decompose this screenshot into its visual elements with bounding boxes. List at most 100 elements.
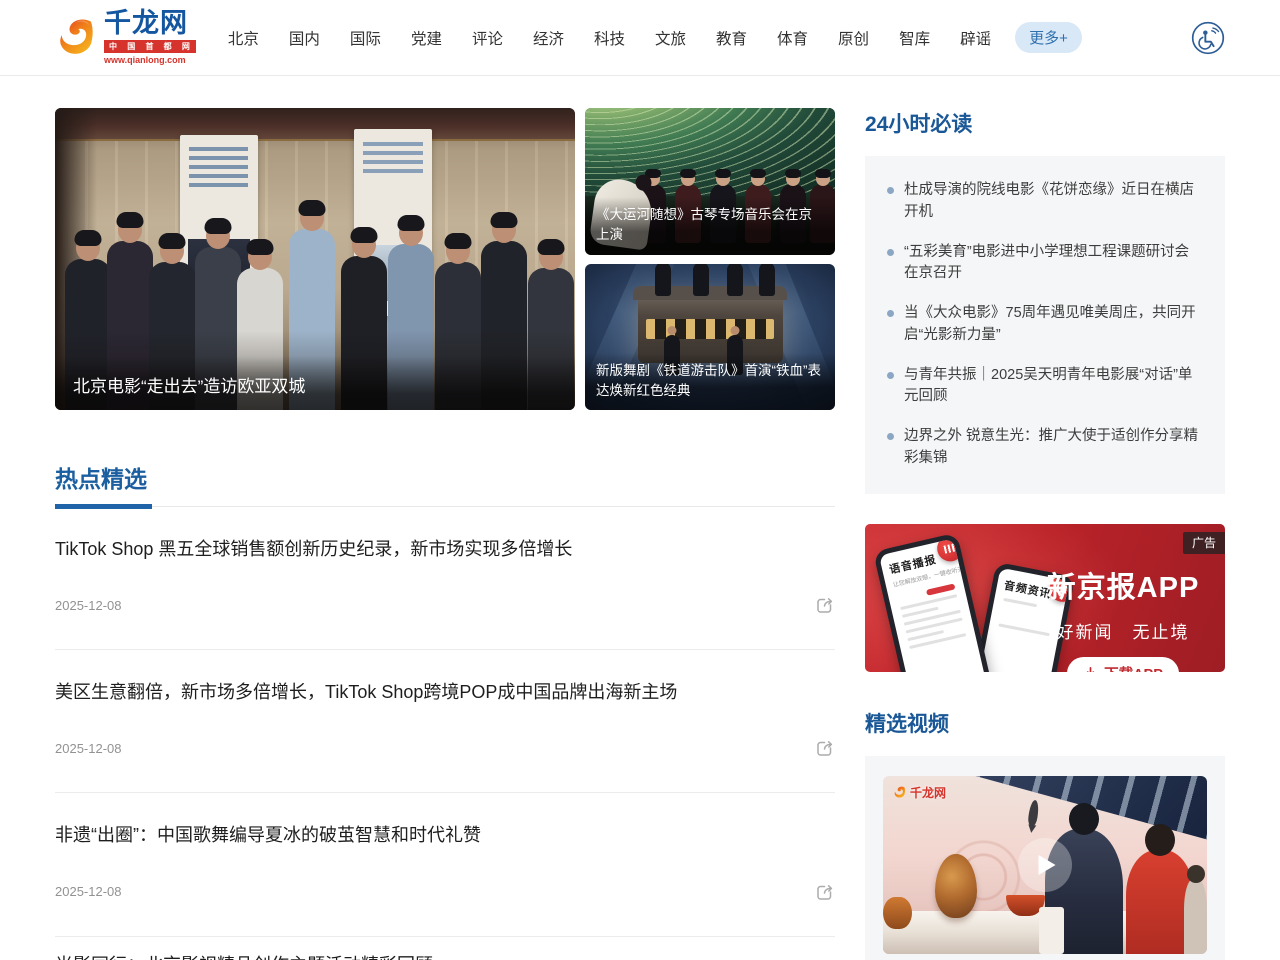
article-item[interactable]: 非遗“出圈”：中国歌舞编导夏冰的破茧智慧和时代礼赞 2025-12-08 [55, 793, 835, 936]
decor-pottery [935, 854, 977, 918]
nav-item-international[interactable]: 国际 [350, 27, 381, 49]
share-button[interactable] [815, 595, 835, 615]
hero-sub-caption: 新版舞剧《铁道游击队》首演“铁血”表达焕新红色经典 [585, 353, 835, 411]
must-read-item[interactable]: “五彩美育”电影进中小学理想工程课题研讨会在京召开 [887, 242, 1203, 286]
video-section-title: 精选视频 [865, 708, 1225, 738]
video-thumbnail[interactable]: 千龙网 [883, 776, 1207, 954]
article-date: 2025-12-08 [55, 884, 122, 899]
hero-sub-caption: 《大运河随想》古琴专场音乐会在京上演 [585, 197, 835, 255]
ad-slogan: 好新闻 无止境 [1039, 618, 1207, 643]
logo-tagline: 中 国 首 都 网 [104, 40, 196, 53]
logo-site-name: 千龙网 [104, 10, 196, 37]
ad-text-block: 新京报APP 好新闻 无止境 下载APP [1039, 564, 1207, 672]
share-button[interactable] [815, 882, 835, 902]
nav-item-tech[interactable]: 科技 [594, 27, 625, 49]
site-logo[interactable]: 千龙网 中 国 首 都 网 www.qianlong.com [55, 10, 196, 65]
must-read-item[interactable]: 杜成导演的院线电影《花饼恋缘》近日在横店开机 [887, 180, 1203, 224]
bullet-icon [887, 310, 894, 317]
main-nav: 北京 国内 国际 党建 评论 经济 科技 文旅 教育 体育 原创 智库 辟谣 [228, 27, 991, 49]
person-silhouette [655, 264, 671, 296]
article-date: 2025-12-08 [55, 598, 122, 613]
nav-item-culture-tourism[interactable]: 文旅 [655, 27, 686, 49]
article-meta: 2025-12-08 [55, 595, 835, 615]
decor-pottery [883, 897, 912, 929]
phone-screen: 语音播报 让您解放双眼，一键收听天下事 [879, 538, 975, 651]
right-column: 24小时必读 杜成导演的院线电影《花饼恋缘》近日在横店开机 “五彩美育”电影进中… [865, 108, 1225, 960]
must-read-text[interactable]: 边界之外 锐意生光：推广大使于适创作分享精彩集锦 [904, 426, 1203, 470]
article-title[interactable]: 非遗“出圈”：中国歌舞编导夏冰的破茧智慧和时代礼赞 [55, 823, 835, 848]
share-icon [815, 882, 835, 902]
dragon-logo-icon [55, 13, 99, 63]
ad-banner[interactable]: 广告 语音播报 让您解放双眼，一键收听天下事 音频资讯 [865, 524, 1225, 672]
bullet-icon [887, 372, 894, 379]
must-read-text[interactable]: 与青年共振｜2025吴天明青年电影展“对话”单元回顾 [904, 365, 1203, 409]
share-button[interactable] [815, 738, 835, 758]
nav-item-rumor-refute[interactable]: 辟谣 [960, 27, 991, 49]
hero-main-image[interactable]: 北京电影“走出去”造访欧亚双城 [55, 108, 575, 410]
person-silhouette [727, 264, 743, 296]
nav-item-education[interactable]: 教育 [716, 27, 747, 49]
video-section: 精选视频 [865, 708, 1225, 960]
decor [926, 583, 955, 595]
share-icon [815, 738, 835, 758]
video-card: 千龙网 [865, 756, 1225, 960]
play-button[interactable] [1018, 838, 1072, 892]
nav-more-button[interactable]: 更多+ [1015, 22, 1082, 53]
article-item[interactable]: 光影同行：北京影视精品创作主题活动精彩回顾 [55, 937, 835, 960]
person-silhouette [759, 264, 775, 296]
logo-domain: www.qianlong.com [104, 55, 196, 65]
download-icon [1083, 666, 1098, 672]
article-item[interactable]: TikTok Shop 黑五全球销售额创新历史纪录，新市场实现多倍增长 2025… [55, 507, 835, 650]
decor [900, 594, 957, 610]
accessibility-button[interactable] [1191, 21, 1225, 55]
nav-item-party[interactable]: 党建 [411, 27, 442, 49]
download-label: 下载APP [1104, 663, 1163, 672]
bullet-icon [887, 433, 894, 440]
article-title[interactable]: TikTok Shop 黑五全球销售额创新历史纪录，新市场实现多倍增长 [55, 537, 835, 562]
article-item[interactable]: 美区生意翻倍，新市场多倍增长，TikTok Shop跨境POP成中国品牌出海新主… [55, 650, 835, 793]
must-read-text[interactable]: “五彩美育”电影进中小学理想工程课题研讨会在京召开 [904, 242, 1203, 286]
article-title[interactable]: 光影同行：北京影视精品创作主题活动精彩回顾 [55, 953, 835, 960]
hero-sub-image-concert[interactable]: 《大运河随想》古琴专场音乐会在京上演 [585, 108, 835, 255]
must-read-title: 24小时必读 [865, 108, 1225, 138]
must-read-item[interactable]: 边界之外 锐意生光：推广大使于适创作分享精彩集锦 [887, 426, 1203, 470]
ad-badge: 广告 [1183, 532, 1225, 554]
nav-item-thinktank[interactable]: 智库 [899, 27, 930, 49]
left-column: 北京电影“走出去”造访欧亚双城 《大运河随想》古琴专场音乐会在京上 [55, 108, 835, 960]
hero-section: 北京电影“走出去”造访欧亚双城 《大运河随想》古琴专场音乐会在京上 [55, 108, 835, 410]
must-read-item[interactable]: 当《大众电影》75周年遇见唯美周庄，共同开启“光影新力量” [887, 303, 1203, 347]
decor [55, 108, 575, 141]
page-content: 北京电影“走出去”造访欧亚双城 《大运河随想》古琴专场音乐会在京上 [55, 76, 1225, 960]
decor [1004, 601, 1007, 618]
watermark-text: 千龙网 [910, 784, 946, 801]
video-watermark: 千龙网 [893, 784, 946, 801]
nav-item-economy[interactable]: 经济 [533, 27, 564, 49]
decor [646, 319, 774, 339]
person-silhouette [1184, 879, 1207, 954]
must-read-card: 杜成导演的院线电影《花饼恋缘》近日在横店开机 “五彩美育”电影进中小学理想工程课… [865, 156, 1225, 494]
must-read-text[interactable]: 当《大众电影》75周年遇见唯美周庄，共同开启“光影新力量” [904, 303, 1203, 347]
dragon-logo-icon [893, 785, 907, 800]
must-read-item[interactable]: 与青年共振｜2025吴天明青年电影展“对话”单元回顾 [887, 365, 1203, 409]
decor [1039, 907, 1065, 953]
hero-sub-image-train[interactable]: 新版舞剧《铁道游击队》首演“铁血”表达焕新红色经典 [585, 264, 835, 411]
article-date: 2025-12-08 [55, 741, 122, 756]
nav-item-original[interactable]: 原创 [838, 27, 869, 49]
ad-phone-mockup: 语音播报 让您解放双眼，一键收听天下事 [873, 532, 995, 671]
decor [1000, 600, 1003, 617]
must-read-text[interactable]: 杜成导演的院线电影《花饼恋缘》近日在横店开机 [904, 180, 1203, 224]
article-title[interactable]: 美区生意翻倍，新市场多倍增长，TikTok Shop跨境POP成中国品牌出海新主… [55, 680, 835, 705]
nav-item-sports[interactable]: 体育 [777, 27, 808, 49]
nav-item-commentary[interactable]: 评论 [472, 27, 503, 49]
ad-app-name: 新京报APP [1039, 564, 1207, 606]
hot-picks-header: 热点精选 [55, 460, 835, 507]
article-meta: 2025-12-08 [55, 738, 835, 758]
nav-item-beijing[interactable]: 北京 [228, 27, 259, 49]
download-app-button[interactable]: 下载APP [1067, 657, 1179, 672]
nav-item-domestic[interactable]: 国内 [289, 27, 320, 49]
logo-text: 千龙网 中 国 首 都 网 www.qianlong.com [104, 10, 196, 65]
site-header: 千龙网 中 国 首 都 网 www.qianlong.com 北京 国内 国际 … [0, 0, 1280, 76]
bullet-icon [887, 187, 894, 194]
bullet-icon [887, 249, 894, 256]
decor [1003, 597, 1037, 606]
